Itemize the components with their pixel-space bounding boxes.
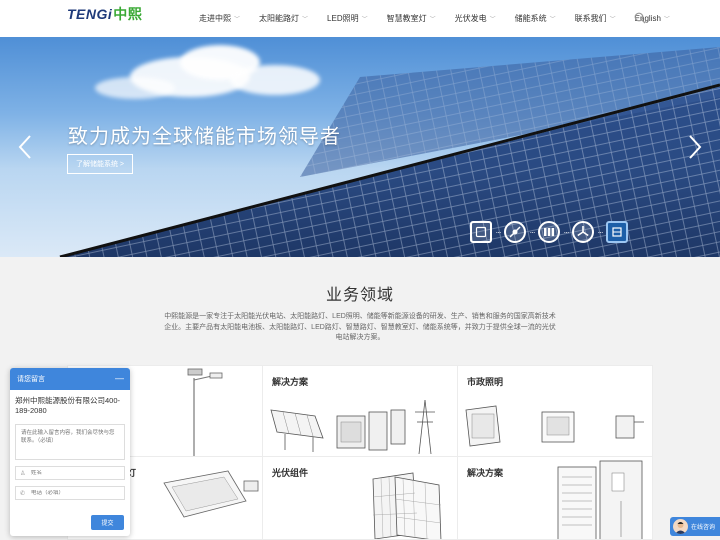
chat-widget: 请您留言 — 郑州中熙能源股份有限公司400-189-2080 ♙ ✆ 提交 bbox=[10, 368, 130, 536]
nav-item-led[interactable]: LED照明 ﹀ bbox=[327, 13, 368, 24]
pv-station-illustration bbox=[270, 399, 435, 455]
brand-logo[interactable]: TENGi 中熙 bbox=[67, 6, 142, 22]
chat-company-info: 郑州中熙能源股份有限公司400-189-2080 bbox=[15, 396, 121, 415]
nav-item-classroom-lights[interactable]: 智慧教室灯 ﹀ bbox=[387, 13, 436, 24]
online-consult-label: 在线咨询 bbox=[691, 525, 716, 531]
nav-item-solar-lights[interactable]: 太阳能路灯 ﹀ bbox=[259, 13, 308, 24]
user-icon: ♙ bbox=[20, 470, 26, 477]
chevron-down-icon: ﹀ bbox=[549, 17, 556, 23]
chat-submit-button[interactable]: 提交 bbox=[91, 515, 124, 530]
phone-icon: ✆ bbox=[20, 490, 26, 497]
chevron-right-icon[interactable] bbox=[687, 134, 703, 160]
chat-name-field[interactable]: ♙ bbox=[15, 466, 125, 480]
chat-phone-input[interactable] bbox=[31, 490, 116, 496]
storage-cabinet-illustration bbox=[557, 460, 643, 539]
lamp-icon bbox=[612, 227, 622, 237]
ev-charger-icon bbox=[509, 226, 521, 238]
nav-item-storage[interactable]: 储能系统 ﹀ bbox=[515, 13, 556, 24]
chevron-down-icon: ﹀ bbox=[663, 17, 670, 23]
business-card-pv-modules[interactable]: 光伏组件 bbox=[262, 456, 458, 540]
page: TENGi 中熙 走进中熙 ﹀ 太阳能路灯 ﹀ LED照明 ﹀ 智慧教室灯 ﹀ 光伏发电 ﹀… bbox=[0, 0, 720, 540]
floodlight-illustration bbox=[465, 405, 644, 447]
search-icon[interactable] bbox=[634, 12, 646, 24]
chat-message-input[interactable] bbox=[15, 424, 125, 460]
chat-name-input[interactable] bbox=[31, 470, 116, 476]
nav-item-label: 联系我们 bbox=[574, 14, 607, 23]
chevron-left-icon[interactable] bbox=[17, 134, 33, 160]
banner-thumb-3[interactable] bbox=[538, 221, 560, 243]
chevron-down-icon: ﹀ bbox=[361, 17, 368, 23]
business-card-municipal-lighting[interactable]: 市政照明 bbox=[457, 365, 653, 457]
chevron-down-icon: ﹀ bbox=[429, 17, 436, 23]
nav-item-label: 走进中熙 bbox=[199, 14, 231, 23]
minimize-icon[interactable]: — bbox=[115, 373, 124, 383]
battery-cabinet-icon bbox=[544, 228, 555, 236]
solar-panel-icon bbox=[475, 226, 487, 238]
wind-turbine-icon bbox=[577, 226, 589, 237]
chat-title: 请您留言 bbox=[17, 376, 45, 383]
separator-dots: ··· bbox=[597, 227, 604, 237]
chevron-down-icon: ﹀ bbox=[302, 17, 309, 23]
business-card-solutions-1[interactable]: 解决方案 bbox=[262, 365, 458, 457]
nav-item-contact[interactable]: 联系我们 ﹀ bbox=[575, 13, 616, 24]
banner-title: 致力成为全球储能市场领导者 bbox=[68, 126, 341, 148]
nav-item-label: 光伏发电 bbox=[454, 14, 487, 23]
hero-banner: 致力成为全球储能市场领导者 了解储能系统 > ··· ··· ··· ··· bbox=[0, 37, 720, 257]
nav-item-label: 储能系统 bbox=[514, 14, 547, 23]
business-card-solutions-2[interactable]: 解决方案 bbox=[457, 456, 653, 540]
chevron-down-icon: ﹀ bbox=[234, 17, 241, 23]
nav-item-label: 智慧教室灯 bbox=[386, 14, 427, 23]
chevron-down-icon: ﹀ bbox=[489, 17, 496, 23]
banner-thumb-5[interactable] bbox=[606, 221, 628, 243]
banner-thumb-4[interactable] bbox=[572, 221, 594, 243]
banner-thumb-1[interactable] bbox=[470, 221, 492, 243]
chat-header: 请您留言 — bbox=[10, 368, 130, 390]
pv-module-illustration bbox=[372, 472, 442, 539]
avatar bbox=[673, 519, 688, 534]
nav-item-about[interactable]: 走进中熙 ﹀ bbox=[199, 13, 240, 24]
site-header: TENGi 中熙 走进中熙 ﹀ 太阳能路灯 ﹀ LED照明 ﹀ 智慧教室灯 ﹀ 光伏发电 ﹀… bbox=[0, 0, 720, 37]
separator-dots: ··· bbox=[563, 227, 570, 237]
section-title: 业务领域 bbox=[325, 287, 394, 304]
separator-dots: ··· bbox=[529, 227, 536, 237]
online-consult-button[interactable]: 在线咨询 bbox=[670, 517, 720, 536]
chat-phone-field[interactable]: ✆ bbox=[15, 486, 125, 500]
banner-thumb-2[interactable] bbox=[504, 221, 526, 243]
main-nav: 走进中熙 ﹀ 太阳能路灯 ﹀ LED照明 ﹀ 智慧教室灯 ﹀ 光伏发电 ﹀ 储能系统 ﹀ 联… bbox=[199, 0, 689, 37]
section-description: 中熙能源是一家专注于太阳能光伏电站、太阳能路灯、LED照明、储能等新能源设备的研… bbox=[164, 313, 556, 341]
agent-avatar-icon bbox=[675, 522, 686, 534]
nav-item-label: 太阳能路灯 bbox=[259, 14, 300, 23]
banner-thumbnails: ··· ··· ··· ··· bbox=[470, 219, 628, 245]
separator-dots: ··· bbox=[495, 227, 502, 237]
banner-learn-more-button[interactable]: 了解储能系统 > bbox=[67, 154, 133, 174]
brand-logo-chinese: 中熙 bbox=[113, 6, 143, 22]
brand-logo-latin: TENGi bbox=[67, 6, 113, 22]
chevron-down-icon: ﹀ bbox=[609, 17, 616, 23]
nav-item-pv[interactable]: 光伏发电 ﹀ bbox=[455, 13, 496, 24]
nav-item-label: LED照明 bbox=[327, 14, 359, 23]
business-grid: 解决方案 市政照明 光伏组件 解决方案 bbox=[67, 365, 653, 540]
